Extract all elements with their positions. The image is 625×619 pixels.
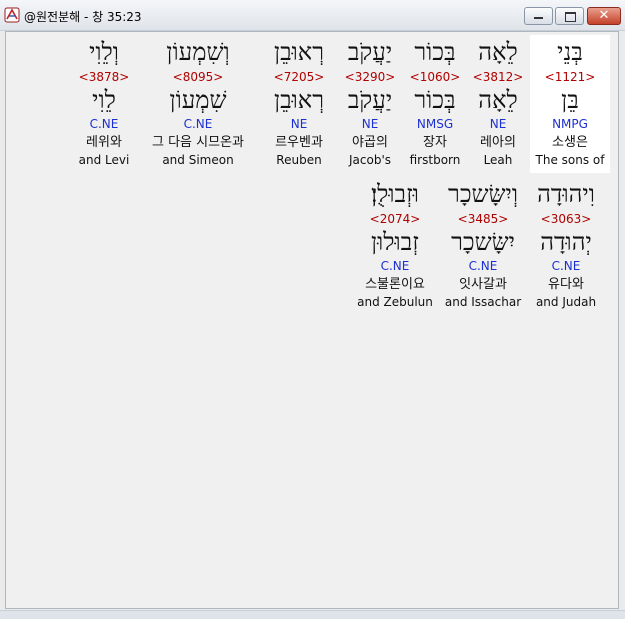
hebrew-word: בְּכוֹר [414,38,456,66]
close-icon: ✕ [598,8,610,23]
word-cell[interactable]: יַעֲקֹב <3290> יַעֲקֹב NE 야곱의 Jacob's [339,35,401,173]
word-cell[interactable]: וִיהוּדָה <3063> יְהוּדָה C.NE 유다와 and J… [530,177,602,315]
korean-gloss: 유다와 [548,277,584,292]
lemma-word: בֵּן [561,86,579,114]
interlinear-panel: בְּנֵי <1121> בֵּן NMPG 소생은 The sons of … [5,31,619,609]
strong-number: <1121> [544,70,596,84]
hebrew-word: וְלֵוִי [89,38,119,66]
app-icon [4,7,20,23]
hebrew-word: וְיִשָּׂשכָר [448,180,518,208]
morphology-code: NE [290,117,308,131]
strong-number: <3290> [344,70,396,84]
english-gloss: Leah [483,153,513,167]
morphology-code: NE [489,117,507,131]
hebrew-word: וִיהוּדָה [537,180,595,208]
korean-gloss: 야곱의 [352,135,388,150]
morphology-code: NMSG [416,117,454,131]
maximize-icon [565,12,576,22]
strong-number: <2074> [369,212,421,226]
korean-gloss: 레아의 [480,135,516,150]
korean-gloss: 잇사갈과 [459,277,507,292]
english-gloss: The sons of [535,153,605,167]
morphology-code: NMPG [552,117,588,131]
english-gloss: Reuben [276,153,322,167]
lemma-word: לֵוִי [92,86,116,114]
korean-gloss: 소생은 [552,135,588,150]
lemma-word: לֵאָה [478,86,518,114]
morphology-code: C.NE [380,259,410,273]
maximize-button[interactable] [555,7,584,25]
korean-gloss: 스불론이요 [365,277,425,292]
morphology-code: NE [361,117,379,131]
hebrew-word: וּזְבוּלֻן׃ [371,180,419,208]
word-cell[interactable]: וְיִשָּׂשכָר <3485> יִשָּׂשכָר C.NE 잇사갈과… [442,177,524,315]
english-gloss: and Issachar [444,295,522,309]
lemma-word: יְהוּדָה [540,228,592,256]
morphology-code: C.NE [183,117,213,131]
close-button[interactable]: ✕ [587,7,621,25]
lemma-word: שִׁמְעוֹן [169,86,227,114]
lemma-word: יַעֲקֹב [347,86,393,114]
strong-number: <8095> [172,70,224,84]
strong-number: <7205> [273,70,325,84]
strong-number: <3878> [78,70,130,84]
hebrew-word: רְאוּבֵן [273,38,324,66]
strong-number: <3812> [472,70,524,84]
english-gloss: firstborn [409,153,461,167]
word-cell[interactable]: רְאוּבֵן <7205> רְאוּבֵן NE 르우벤과 Reuben [264,35,334,173]
word-cell[interactable]: בְּנֵי <1121> בֵּן NMPG 소생은 The sons of [530,35,610,173]
hebrew-word: לֵאָה [478,38,518,66]
minimize-icon [534,17,543,19]
lemma-word: רְאוּבֵן [273,86,324,114]
english-gloss: Jacob's [349,153,391,167]
korean-gloss: 레위와 [86,135,122,150]
word-cell[interactable]: בְּכוֹר <1060> בְּכוֹר NMSG 장자 firstborn [404,35,466,173]
word-cell[interactable]: לֵאָה <3812> לֵאָה NE 레아의 Leah [468,35,528,173]
strong-number: <3063> [540,212,592,226]
english-gloss: and Zebulun [357,295,433,309]
lemma-word: זְבוּלוּן [371,228,419,256]
morphology-code: C.NE [468,259,498,273]
app-window: @원전분해 - 창 35:23 ✕ בְּנֵי <1121> בֵּן NMP… [0,0,625,619]
word-cell[interactable]: וְשִׁמְעוֹן <8095> שִׁמְעוֹן C.NE 그 다음 시… [138,35,258,173]
morphology-code: C.NE [89,117,119,131]
word-cell[interactable]: וְלֵוִי <3878> לֵוִי C.NE 레위와 and Levi [73,35,135,173]
korean-gloss: 르우벤과 [275,135,323,150]
strong-number: <3485> [457,212,509,226]
hebrew-word: וְשִׁמְעוֹן [166,38,230,66]
title-bar[interactable]: @원전분해 - 창 35:23 ✕ [0,0,625,31]
word-cell[interactable]: וּזְבוּלֻן׃ <2074> זְבוּלוּן C.NE 스불론이요 … [354,177,436,315]
hebrew-word: בְּנֵי [557,38,583,66]
minimize-button[interactable] [524,7,553,25]
hebrew-word: יַעֲקֹב [347,38,393,66]
english-gloss: and Levi [78,153,130,167]
window-title: @원전분해 - 창 35:23 [24,10,142,24]
korean-gloss: 장자 [423,135,447,150]
korean-gloss: 그 다음 시므온과 [152,135,244,150]
lemma-word: יִשָּׂשכָר [451,228,515,256]
strong-number: <1060> [409,70,461,84]
english-gloss: and Simeon [162,153,234,167]
english-gloss: and Judah [535,295,597,309]
lemma-word: בְּכוֹר [414,86,456,114]
morphology-code: C.NE [551,259,581,273]
